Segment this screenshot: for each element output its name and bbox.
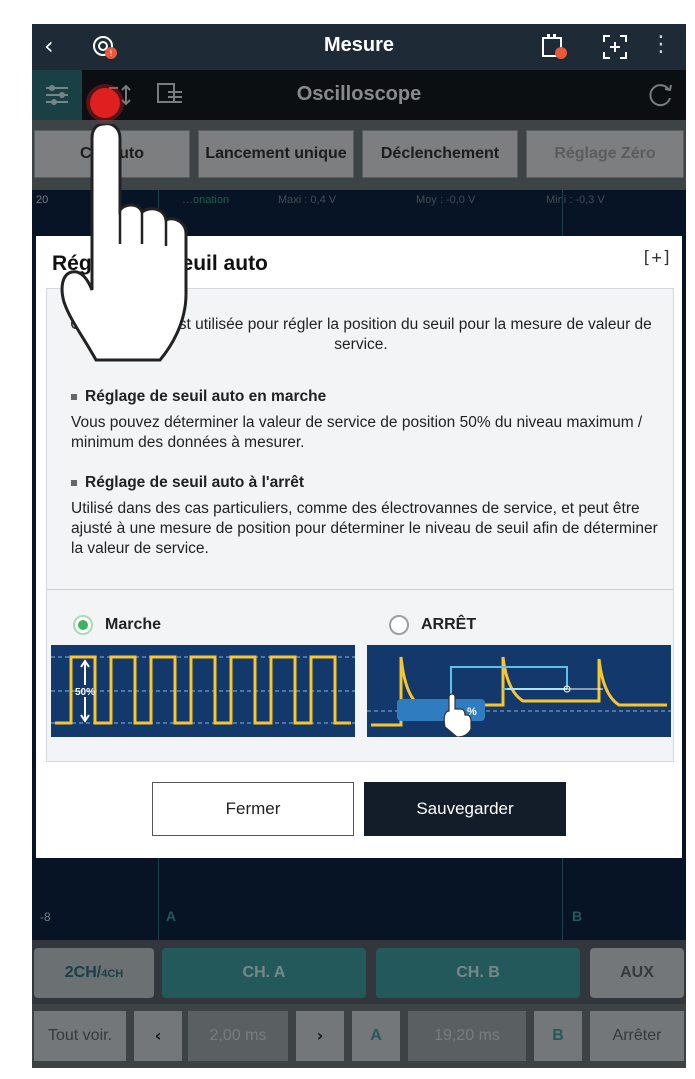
top-bar: ‹ ! Mesure ⋮ <box>32 24 686 70</box>
memory-icon[interactable] <box>540 32 570 62</box>
pointing-hand-icon <box>60 124 188 362</box>
section-off-title: Réglage de seuil auto à l'arrêt <box>71 473 661 493</box>
expand-icon[interactable]: [+] <box>641 248 672 268</box>
thumb-50-label: 50% <box>75 687 95 698</box>
page-title: Mesure <box>323 34 395 56</box>
more-menu-icon[interactable]: ⋮ <box>650 32 672 57</box>
section-on-text: Vous pouvez déterminer la valeur de serv… <box>71 414 643 451</box>
bullet-icon <box>71 393 77 400</box>
section-off-title-text: Réglage de seuil auto à l'arrêt <box>85 474 305 491</box>
tap-indicator <box>90 88 120 118</box>
radio-arret[interactable] <box>389 615 409 635</box>
marche-preview-image: 50% <box>51 645 355 737</box>
section-off-text: Utilisé dans des cas particuliers, comme… <box>71 500 658 557</box>
section-on-title-text: Réglage de seuil auto en marche <box>85 388 327 405</box>
close-button[interactable]: Fermer <box>152 782 354 836</box>
app-screen: ‹ ! Mesure ⋮ Oscilloscope Ch. auto Lance… <box>32 24 686 1068</box>
bullet-icon <box>71 479 77 486</box>
divider <box>47 589 673 590</box>
save-button[interactable]: Sauvegarder <box>364 782 566 836</box>
section-on-title: Réglage de seuil auto en marche <box>71 387 661 407</box>
arret-preview-image: % <box>367 645 671 738</box>
radio-arret-label[interactable]: ARRÊT <box>421 616 476 634</box>
expand-icon[interactable] <box>600 32 630 62</box>
radio-marche-label[interactable]: Marche <box>105 616 161 634</box>
radio-marche[interactable] <box>73 615 93 635</box>
